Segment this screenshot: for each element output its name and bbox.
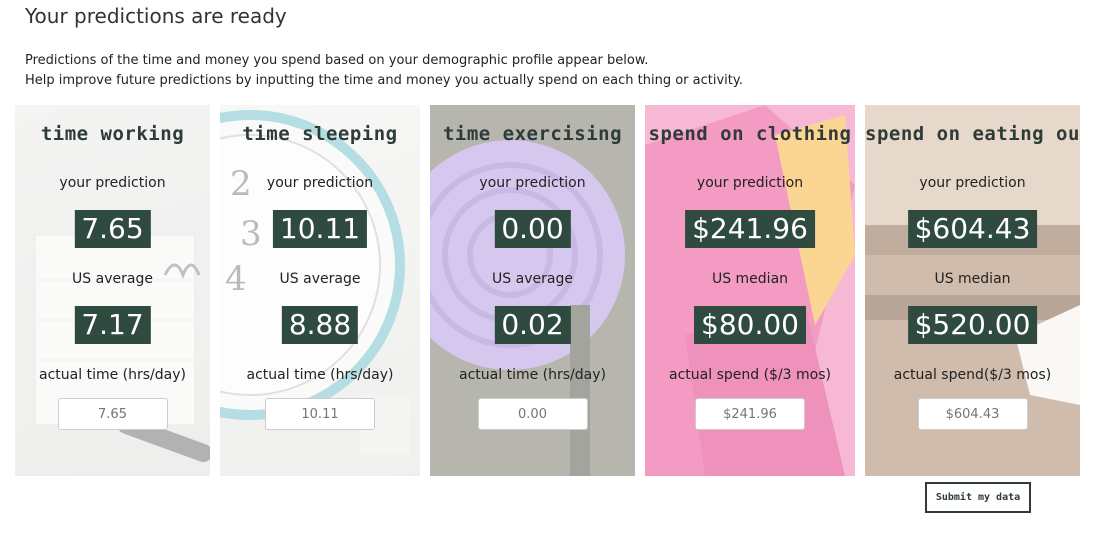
- intro-line-1: Predictions of the time and money you sp…: [25, 53, 649, 68]
- prediction-value: 10.11: [272, 210, 368, 248]
- card-title: spend on clothing: [648, 123, 852, 145]
- intro-text: Predictions of the time and money you sp…: [25, 51, 743, 91]
- card-title: time exercising: [442, 123, 623, 145]
- actual-label: actual spend($/3 mos): [893, 367, 1052, 383]
- average-label: US average: [72, 271, 153, 287]
- average-value: 0.02: [494, 306, 571, 344]
- average-value: $520.00: [907, 306, 1038, 344]
- card-time-working: time working your prediction 7.65 US ave…: [15, 105, 210, 476]
- actual-time-exercising-input[interactable]: [477, 398, 588, 430]
- card-time-sleeping: 2 3 4 time sleeping your prediction 10.1…: [220, 105, 420, 476]
- prediction-value: 7.65: [74, 210, 151, 248]
- actual-time-working-input[interactable]: [57, 398, 168, 430]
- card-time-exercising: time exercising your prediction 0.00 US …: [430, 105, 635, 476]
- card-title: time working: [40, 123, 185, 145]
- prediction-value: $241.96: [685, 210, 815, 248]
- prediction-label: your prediction: [919, 175, 1026, 191]
- prediction-label: your prediction: [479, 175, 586, 191]
- prediction-label: your prediction: [59, 175, 166, 191]
- prediction-value: 0.00: [494, 210, 571, 248]
- average-value: $80.00: [694, 306, 806, 344]
- prediction-value: $604.43: [907, 210, 1038, 248]
- actual-spend-clothing-input[interactable]: [695, 398, 805, 430]
- card-title: time sleeping: [242, 123, 398, 145]
- submit-my-data-button[interactable]: Submit my data: [925, 482, 1031, 513]
- actual-label: actual time (hrs/day): [459, 367, 606, 383]
- average-label: US average: [279, 271, 361, 287]
- card-spend-on-clothing: spend on clothing your prediction $241.9…: [645, 105, 855, 476]
- actual-time-sleeping-input[interactable]: [265, 398, 375, 430]
- prediction-label: your prediction: [696, 175, 804, 191]
- average-value: 7.17: [74, 306, 151, 344]
- average-label: US median: [934, 271, 1011, 287]
- prediction-label: your prediction: [266, 175, 374, 191]
- card-spend-on-eating-out: spend on eating out your prediction $604…: [865, 105, 1080, 476]
- intro-line-2: Help improve future predictions by input…: [25, 73, 743, 88]
- average-value: 8.88: [281, 306, 359, 344]
- average-label: US median: [711, 271, 789, 287]
- actual-label: actual time (hrs/day): [39, 367, 186, 383]
- actual-label: actual time (hrs/day): [246, 367, 394, 383]
- average-label: US average: [492, 271, 573, 287]
- card-title: spend on eating out: [865, 123, 1080, 145]
- actual-spend-eating-out-input[interactable]: [917, 398, 1028, 430]
- page-title: Your predictions are ready: [25, 4, 287, 28]
- actual-label: actual spend ($/3 mos): [669, 367, 831, 383]
